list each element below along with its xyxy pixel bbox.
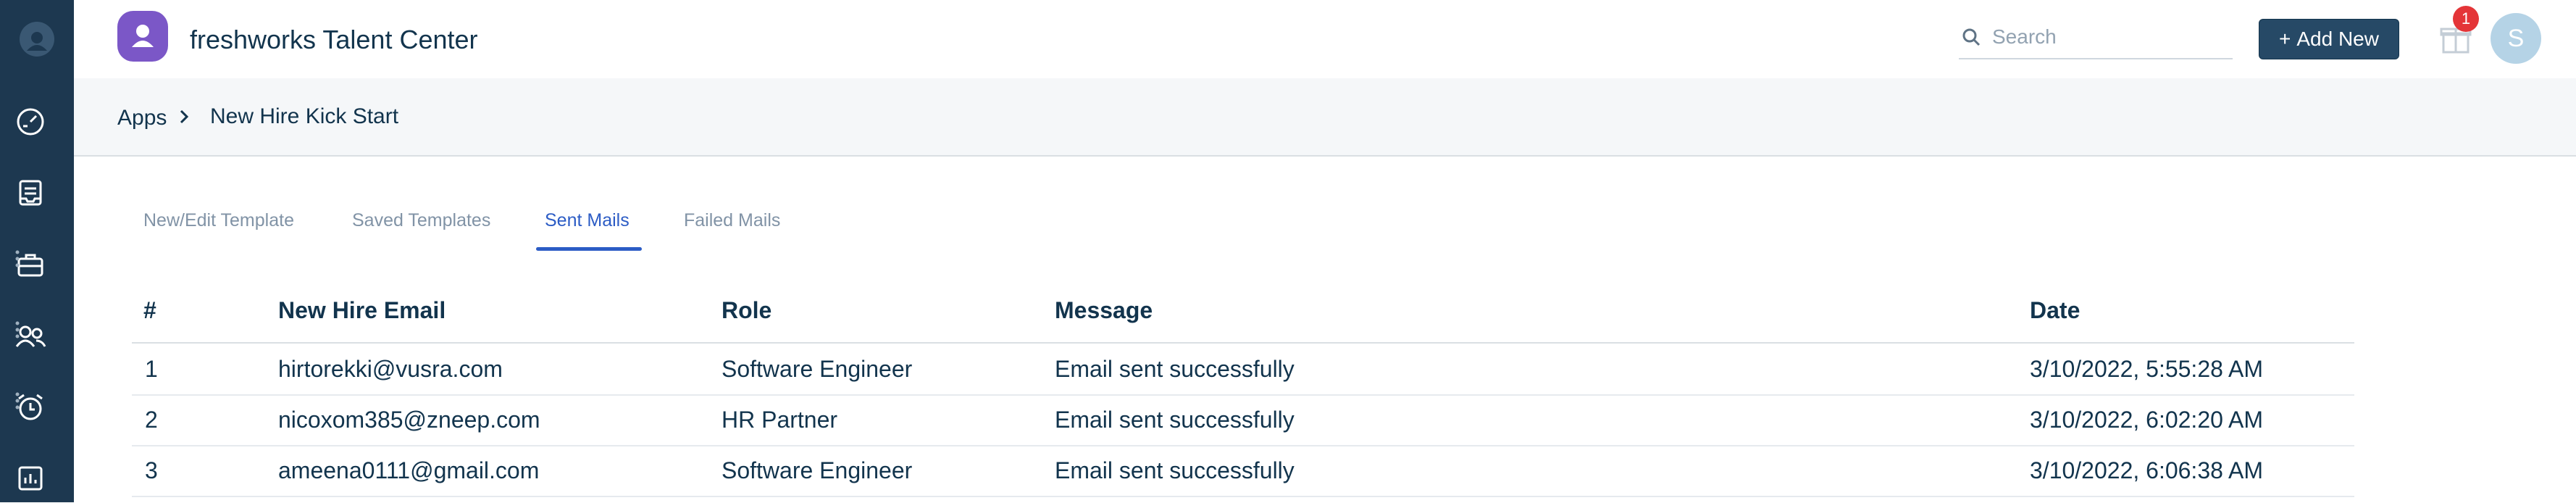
table-row[interactable]: 1 hirtorekki@vusra.com Software Engineer… [132, 344, 2354, 396]
row-email: nicoxom385@zneep.com [278, 407, 540, 433]
row-number: 2 [145, 407, 158, 433]
sidebar [0, 0, 74, 502]
table-row[interactable]: 2 nicoxom385@zneep.com HR Partner Email … [132, 394, 2354, 446]
search-box[interactable] [1959, 17, 2233, 59]
row-message: Email sent successfully [1055, 457, 1295, 483]
row-role: Software Engineer [722, 356, 913, 382]
sidebar-item-schedule[interactable] [0, 380, 74, 432]
column-header-date: Date [2030, 297, 2081, 323]
row-number: 1 [145, 356, 158, 382]
row-date: 3/10/2022, 5:55:28 AM [2030, 356, 2264, 382]
tab-new-edit-template[interactable]: New/Edit Template [143, 210, 294, 231]
chevron-right-icon [180, 109, 189, 124]
inbox-icon [19, 180, 42, 206]
add-new-label: Add New [2296, 28, 2379, 50]
sidebar-item-reports[interactable] [0, 451, 74, 503]
tab-failed-mails[interactable]: Failed Mails [684, 210, 780, 231]
row-date: 3/10/2022, 6:02:20 AM [2030, 407, 2264, 433]
sidebar-item-inbox[interactable] [0, 165, 74, 217]
avatar[interactable]: S [2491, 13, 2541, 64]
row-message: Email sent successfully [1055, 356, 1295, 382]
row-email: ameena0111@gmail.com [278, 457, 540, 483]
sidebar-item-jobs[interactable] [0, 238, 74, 290]
brand-logo-icon[interactable] [11, 13, 63, 65]
breadcrumb-apps-link[interactable]: Apps [117, 106, 167, 130]
plus-icon: + [2279, 28, 2291, 50]
app-title: freshworks Talent Center [190, 25, 478, 54]
tab-saved-templates[interactable]: Saved Templates [352, 210, 490, 231]
top-header: freshworks Talent Center + Add New 1 S [74, 0, 2576, 78]
row-number: 3 [145, 457, 158, 483]
notification-badge: 1 [2453, 6, 2479, 32]
row-role: Software Engineer [722, 457, 913, 483]
breadcrumb: Apps New Hire Kick Start [74, 78, 2576, 157]
column-header-message: Message [1055, 297, 1153, 323]
tab-sent-mails[interactable]: Sent Mails [545, 210, 630, 231]
row-date: 3/10/2022, 6:06:38 AM [2030, 457, 2264, 483]
more-vertical-icon[interactable] [14, 249, 20, 268]
table-row[interactable]: 3 ameena0111@gmail.com Software Engineer… [132, 445, 2354, 497]
more-vertical-icon[interactable] [14, 320, 20, 339]
sidebar-item-candidates[interactable] [0, 309, 74, 361]
column-header-role: Role [722, 297, 772, 323]
row-email: hirtorekki@vusra.com [278, 356, 503, 382]
row-message: Email sent successfully [1055, 407, 1295, 433]
search-input[interactable] [1991, 23, 2225, 51]
reports-icon [18, 466, 43, 491]
more-vertical-icon[interactable] [14, 391, 20, 410]
row-role: HR Partner [722, 407, 838, 433]
dashboard-icon [17, 108, 44, 136]
app-logo-icon [117, 11, 168, 62]
sidebar-item-dashboard[interactable] [0, 94, 74, 146]
add-new-button[interactable]: + Add New [2259, 19, 2399, 59]
breadcrumb-current: New Hire Kick Start [210, 104, 399, 128]
column-header-number: # [143, 297, 156, 323]
column-header-email: New Hire Email [278, 297, 446, 323]
active-tab-indicator [536, 247, 642, 251]
search-icon [1962, 28, 1981, 46]
